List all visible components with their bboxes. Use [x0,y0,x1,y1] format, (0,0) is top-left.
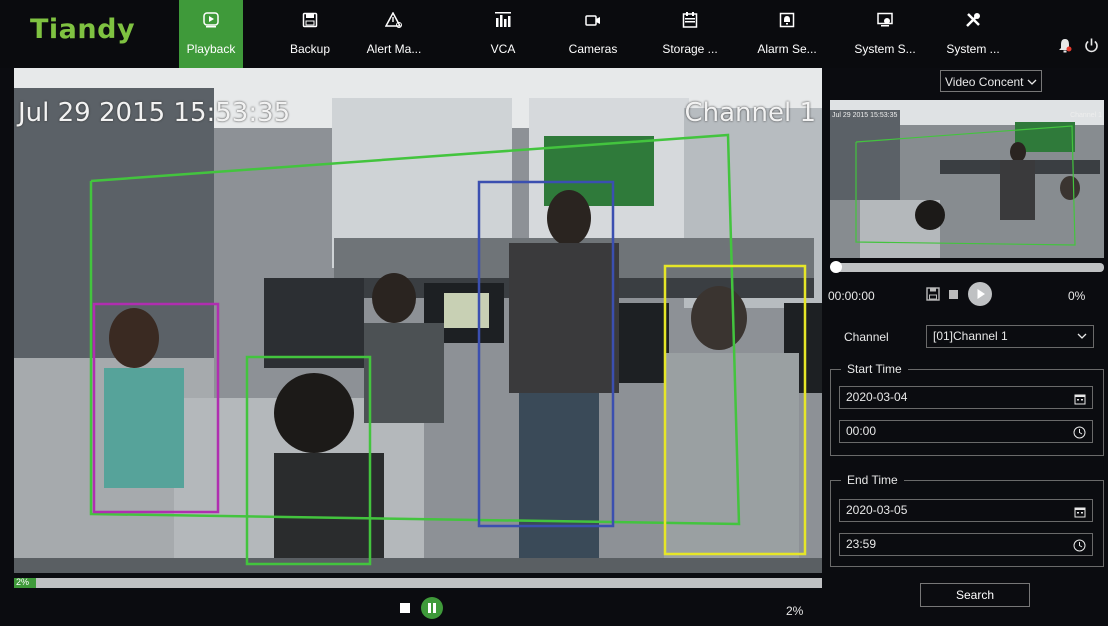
stop-button[interactable] [400,603,410,613]
playback-percent: 2% [786,604,804,618]
preview-osd-channel: Channel 1 [1070,112,1102,119]
alarm-bell-icon[interactable] [1058,38,1072,57]
storage-icon [648,12,732,34]
alert-icon [352,11,436,34]
preview-time: 00:00:00 [828,289,875,303]
nav-vca[interactable]: VCA [461,0,545,68]
preview-play-button[interactable] [968,282,992,306]
nav-label: Storage ... [662,42,718,56]
save-clip-icon[interactable] [926,287,940,306]
end-date-value: 2020-03-05 [846,503,908,517]
end-time-value: 23:59 [846,537,877,551]
start-date-field[interactable]: 2020-03-04 [839,386,1093,409]
mode-select-value: Video Concent [945,75,1024,89]
analytics-icon [461,12,545,34]
pause-icon [428,603,431,613]
nav-label: System ... [946,42,1000,56]
preview-frame-scene [830,100,1104,258]
nav-system-tools[interactable]: System ... [931,0,1015,68]
save-icon [268,12,352,34]
start-date-value: 2020-03-04 [846,390,908,404]
preview-progress-handle[interactable] [830,261,842,273]
pause-button[interactable] [421,597,443,619]
search-button[interactable]: Search [920,583,1030,607]
calendar-icon[interactable] [1074,504,1086,525]
chevron-down-icon [1077,326,1087,347]
nav-label: Alert Ma... [366,42,422,56]
preview-progress-bar[interactable] [831,263,1104,272]
playback-progress-bar[interactable]: 2% [14,577,822,588]
nav-cameras[interactable]: Cameras [551,0,635,68]
play-icon [977,289,985,299]
channel-label: Channel [844,330,889,344]
video-frame-scene [14,68,822,573]
tools-icon [931,12,1015,34]
end-time-legend: End Time [841,473,904,487]
top-navigation-bar: Tiandy Playback Backup Alert Ma... VCA C… [0,0,1108,68]
osd-channel-name: Channel 1 [684,98,816,128]
progress-label: 2% [16,577,30,587]
preview-video[interactable]: Jul 29 2015 15:53:35 Channel 1 [830,100,1104,258]
camera-icon [551,12,635,34]
tiandy-logo: Tiandy [30,14,136,45]
power-icon[interactable] [1084,38,1099,57]
preview-osd-timestamp: Jul 29 2015 15:53:35 [832,112,898,119]
clock-icon[interactable] [1073,538,1086,559]
nav-alert-management[interactable]: Alert Ma... [352,0,436,68]
nav-label: Backup [289,42,331,56]
nav-playback[interactable]: Playback [179,0,243,68]
main-video-view[interactable]: Jul 29 2015 15:53:35 Channel 1 [14,68,822,573]
nav-system-settings[interactable]: System S... [843,0,927,68]
nav-label: Alarm Se... [757,42,817,56]
nav-backup[interactable]: Backup [268,0,352,68]
osd-timestamp: Jul 29 2015 15:53:35 [18,98,291,128]
right-panel: Video Concent Jul 29 2015 15:53:35 Chann… [822,68,1108,626]
pause-icon-bar [433,603,436,613]
channel-select[interactable]: [01]Channel 1 [926,325,1094,348]
alarm-settings-icon [745,12,829,34]
nav-alarm-settings[interactable]: Alarm Se... [745,0,829,68]
play-window-icon [179,12,243,34]
end-time-field[interactable]: 23:59 [839,533,1093,556]
start-time-value: 00:00 [846,424,877,438]
nav-storage[interactable]: Storage ... [648,0,732,68]
start-time-legend: Start Time [841,362,908,376]
system-settings-icon [843,12,927,34]
end-date-field[interactable]: 2020-03-05 [839,499,1093,522]
nav-label: Playback [186,42,236,56]
nav-label: System S... [854,42,916,56]
preview-percent: 0% [1068,289,1086,303]
mode-select[interactable]: Video Concent [940,70,1042,92]
channel-select-value: [01]Channel 1 [933,329,1008,343]
chevron-down-icon [1027,71,1037,93]
preview-stop-button[interactable] [949,290,958,299]
nav-label: Cameras [568,42,618,56]
clock-icon[interactable] [1073,425,1086,446]
calendar-icon[interactable] [1074,391,1086,412]
start-time-field[interactable]: 00:00 [839,420,1093,443]
nav-label: VCA [490,42,516,56]
